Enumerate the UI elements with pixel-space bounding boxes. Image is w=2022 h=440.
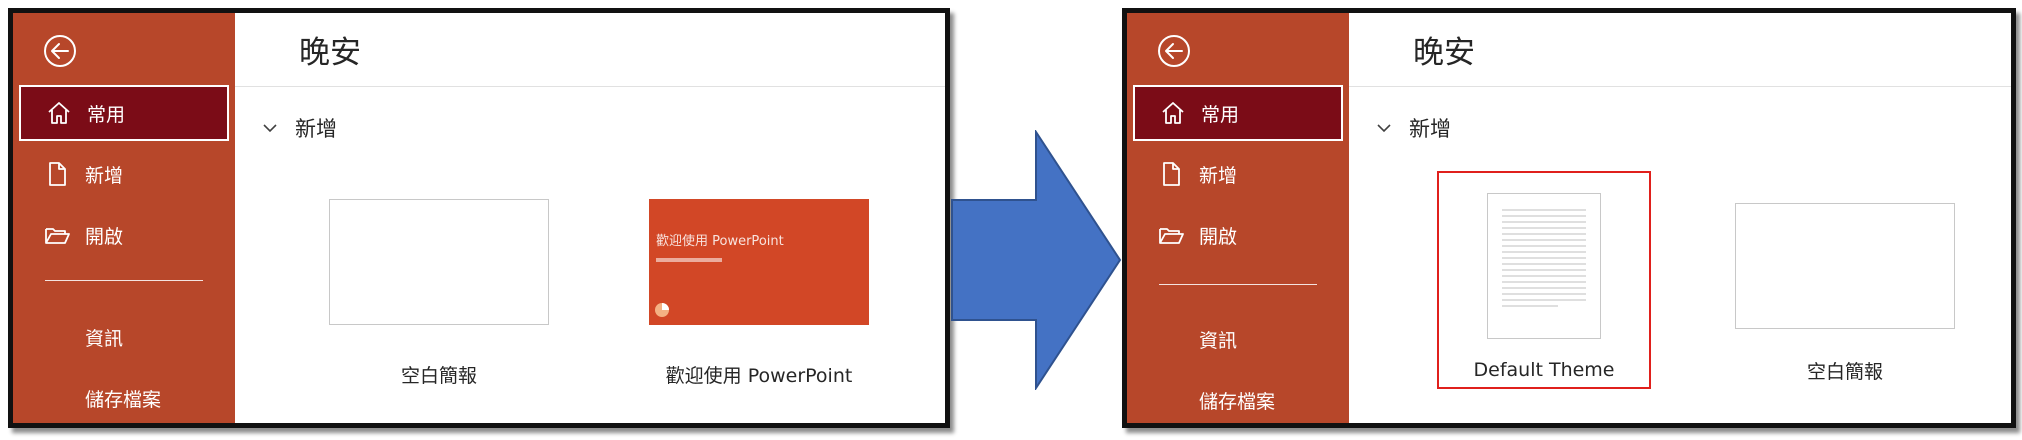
header-divider bbox=[1349, 86, 2011, 87]
sidebar-item-open[interactable]: 開啟 bbox=[19, 207, 229, 263]
sidebar-item-label: 開啟 bbox=[1199, 225, 1238, 248]
sidebar-item-new[interactable]: 新增 bbox=[1133, 146, 1343, 202]
page-title: 晚安 bbox=[299, 35, 361, 71]
nav-divider bbox=[1159, 284, 1317, 285]
sidebar-item-label: 常用 bbox=[87, 103, 126, 126]
new-file-icon bbox=[1157, 160, 1185, 188]
thumbnail-subtitle-line bbox=[656, 258, 722, 262]
sidebar-item-label: 開啟 bbox=[85, 225, 124, 248]
template-label: Default Theme bbox=[1473, 359, 1615, 381]
home-icon bbox=[1159, 99, 1187, 127]
template-blank-presentation[interactable]: 空白簡報 bbox=[1735, 203, 1955, 403]
sidebar: 常用 新增 開啟 資訊 儲存檔案 bbox=[13, 13, 235, 423]
sidebar-item-save[interactable]: 儲存檔案 bbox=[19, 370, 229, 423]
sidebar-item-home[interactable]: 常用 bbox=[19, 85, 229, 141]
new-section-header[interactable]: 新增 bbox=[261, 113, 337, 143]
left-backstage-window: 常用 新增 開啟 資訊 儲存檔案 晚安 新增 空白簡報 歡迎使用 PowerPo… bbox=[8, 8, 950, 428]
nav-divider bbox=[45, 280, 203, 281]
sidebar-item-label: 資訊 bbox=[85, 327, 124, 350]
welcome-thumbnail: 歡迎使用 PowerPoint bbox=[649, 199, 869, 325]
template-label: 歡迎使用 PowerPoint bbox=[665, 365, 853, 387]
sidebar-item-label: 新增 bbox=[85, 164, 124, 187]
sidebar-item-label: 資訊 bbox=[1199, 329, 1238, 352]
thumbnail-title: 歡迎使用 PowerPoint bbox=[656, 234, 784, 249]
home-icon bbox=[45, 99, 73, 127]
back-arrow-icon[interactable] bbox=[1157, 34, 1191, 68]
new-section-header[interactable]: 新增 bbox=[1375, 113, 1451, 143]
sidebar-item-label: 常用 bbox=[1201, 103, 1240, 126]
section-title: 新增 bbox=[295, 117, 337, 141]
sidebar-item-label: 儲存檔案 bbox=[85, 388, 162, 411]
sidebar-item-home[interactable]: 常用 bbox=[1133, 85, 1343, 141]
sidebar-item-label: 新增 bbox=[1199, 164, 1238, 187]
template-blank-presentation[interactable]: 空白簡報 bbox=[329, 199, 549, 399]
open-folder-icon bbox=[1157, 221, 1185, 249]
template-label: 空白簡報 bbox=[400, 365, 477, 387]
open-folder-icon bbox=[43, 221, 71, 249]
default-theme-thumbnail bbox=[1487, 193, 1601, 339]
back-arrow-icon[interactable] bbox=[43, 34, 77, 68]
powerpoint-logo-icon bbox=[654, 302, 670, 318]
header-divider bbox=[235, 86, 945, 87]
template-welcome-powerpoint[interactable]: 歡迎使用 PowerPoint 歡迎使用 PowerPoint bbox=[649, 199, 869, 399]
page-title: 晚安 bbox=[1413, 35, 1475, 71]
template-label: 空白簡報 bbox=[1806, 361, 1883, 383]
main-content: 晚安 新增 Default Theme 空白簡報 bbox=[1349, 13, 2011, 423]
template-default-theme[interactable]: Default Theme bbox=[1437, 171, 1651, 389]
chevron-down-icon bbox=[261, 119, 279, 137]
right-backstage-window: 常用 新增 開啟 資訊 儲存檔案 晚安 新增 Default Theme 空白簡… bbox=[1122, 8, 2016, 428]
blank-thumbnail bbox=[329, 199, 549, 325]
transition-arrow bbox=[950, 130, 1122, 390]
section-title: 新增 bbox=[1409, 117, 1451, 141]
main-content: 晚安 新增 空白簡報 歡迎使用 PowerPoint 歡迎使用 PowerPoi… bbox=[235, 13, 945, 423]
sidebar-item-label: 儲存檔案 bbox=[1199, 390, 1276, 413]
sidebar-item-info[interactable]: 資訊 bbox=[19, 309, 229, 365]
blank-thumbnail bbox=[1735, 203, 1955, 329]
new-file-icon bbox=[43, 160, 71, 188]
sidebar: 常用 新增 開啟 資訊 儲存檔案 bbox=[1127, 13, 1349, 423]
chevron-down-icon bbox=[1375, 119, 1393, 137]
sidebar-item-new[interactable]: 新增 bbox=[19, 146, 229, 202]
sidebar-item-save[interactable]: 儲存檔案 bbox=[1133, 372, 1343, 423]
sidebar-item-info[interactable]: 資訊 bbox=[1133, 311, 1343, 367]
sidebar-item-open[interactable]: 開啟 bbox=[1133, 207, 1343, 263]
